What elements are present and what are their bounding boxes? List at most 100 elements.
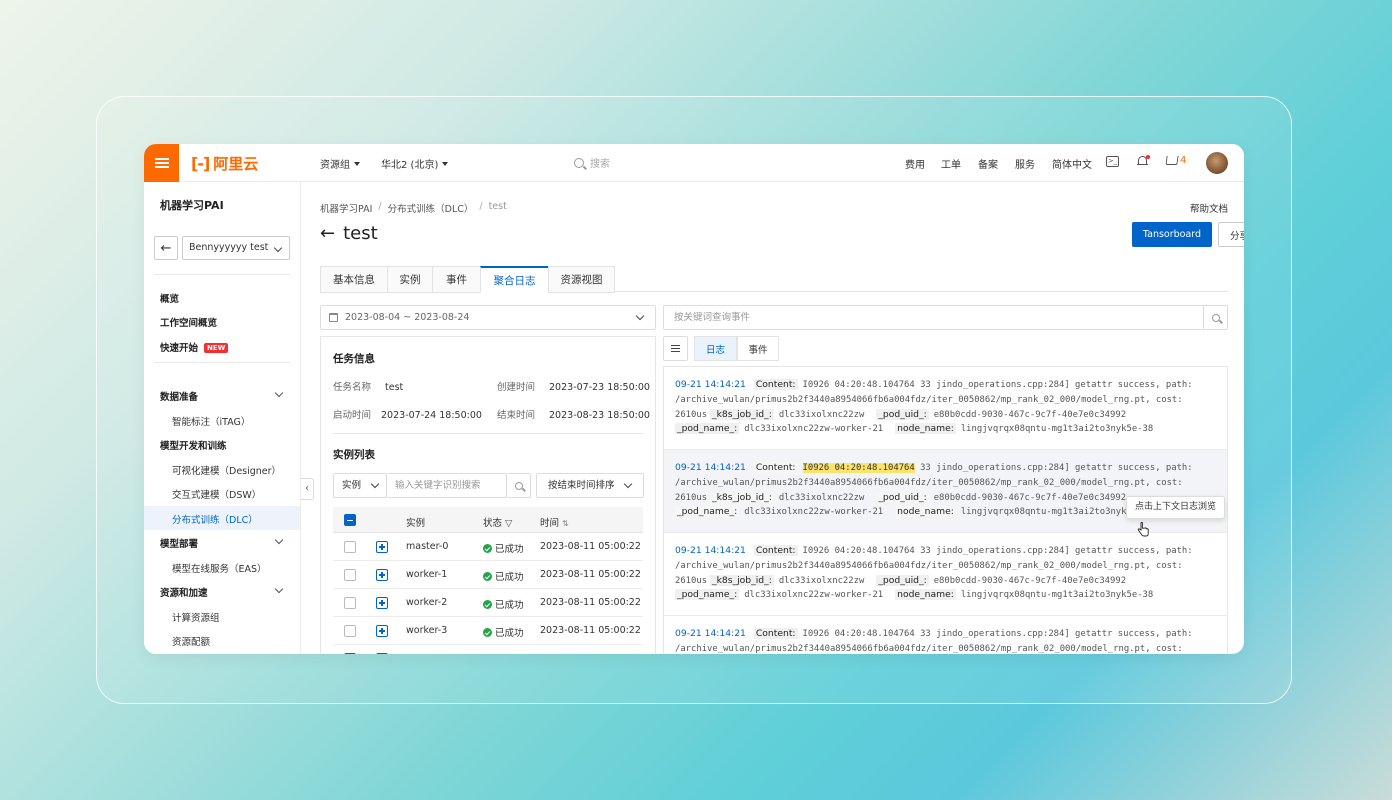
event-search-button[interactable] — [1203, 306, 1227, 329]
sidebar-group-deploy[interactable]: 模型部署 — [160, 536, 198, 550]
nav-link-billing[interactable]: 费用 — [905, 156, 925, 171]
created-time-value: 2023-07-23 18:50:00 — [549, 382, 650, 393]
sidebar-group-model-dev[interactable]: 模型开发和训练 — [160, 438, 227, 452]
expand-icon[interactable] — [376, 597, 388, 609]
log-entry[interactable]: 09-21 14:14:21 Content: I0926 04:20:48.104… — [664, 533, 1227, 616]
sidebar-item-overview[interactable]: 概览 — [160, 291, 179, 305]
region-dropdown[interactable]: 华北2 (北京) — [381, 156, 449, 171]
sidebar-item-itag[interactable]: 智能标注（iTAG） — [172, 414, 250, 428]
column-header-status[interactable]: 状态 ▽ — [483, 515, 512, 529]
nav-link-service[interactable]: 服务 — [1015, 156, 1035, 171]
row-checkbox[interactable] — [344, 541, 356, 553]
log-entry[interactable]: 09-21 14:14:21 Content: I0926 04:20:48.104… — [664, 616, 1227, 654]
row-checkbox[interactable] — [344, 625, 356, 637]
expand-icon[interactable] — [376, 541, 388, 553]
tensorboard-button[interactable]: Tansorboard — [1132, 222, 1212, 247]
row-checkbox[interactable] — [344, 569, 356, 581]
sidebar-group-resources[interactable]: 资源和加速 — [160, 585, 208, 599]
log-timestamp[interactable]: 09-21 14:14:21 — [675, 628, 746, 639]
sidebar-item-eas[interactable]: 模型在线服务（EAS） — [172, 561, 267, 575]
share-button[interactable]: 分享 — [1218, 222, 1244, 247]
breadcrumb-item-pai[interactable]: 机器学习PAI — [320, 201, 372, 215]
date-range-picker[interactable]: 2023-08-04 ~ 2023-08-24 — [320, 305, 656, 330]
log-node-name: lingjvqrqx08qntu-mg1t3ai2to3nyk5e-38 — [960, 424, 1154, 435]
sidebar-item-dsw[interactable]: 交互式建模（DSW） — [172, 487, 261, 501]
started-time-field: 启动时间 2023-07-24 18:50:00 — [333, 407, 482, 421]
sidebar-group-data-prep[interactable]: 数据准备 — [160, 389, 198, 403]
tab-aggregated-logs[interactable]: 聚合日志 — [480, 266, 548, 293]
log-entry[interactable]: 09-21 14:14:21 Content: I0926 04:20:48.104… — [664, 367, 1227, 450]
table-row[interactable] — [333, 645, 643, 654]
help-doc-link[interactable]: 帮助文档 — [1190, 201, 1228, 215]
sidebar-item-quota[interactable]: 资源配额 — [172, 634, 210, 648]
chevron-down-icon[interactable] — [274, 535, 284, 545]
check-circle-icon — [483, 544, 492, 553]
tab-bar: 基本信息 实例 事件 聚合日志 资源视图 — [320, 266, 1228, 293]
new-badge: NEW — [204, 343, 229, 353]
instance-search-input[interactable]: 输入关键字识别搜索 — [387, 473, 507, 498]
bell-icon[interactable] — [1137, 155, 1150, 168]
log-timestamp[interactable]: 09-21 14:14:21 — [675, 462, 746, 473]
log-timestamp[interactable]: 09-21 14:14:21 — [675, 379, 746, 390]
log-timestamp[interactable]: 09-21 14:14:21 — [675, 545, 746, 556]
log-tab-logs[interactable]: 日志 — [694, 336, 737, 361]
log-pod-uid: e80b0cdd-9030-467c-9c7f-40e7e0c34992 — [933, 409, 1127, 420]
list-view-button[interactable] — [663, 336, 688, 361]
status-badge: 已成功 — [483, 569, 524, 583]
table-row[interactable]: master-0 已成功 2023-08-11 05:00:22 — [333, 533, 643, 561]
nav-link-icp[interactable]: 备案 — [978, 156, 998, 171]
instance-filter-type[interactable]: 实例 — [333, 473, 387, 498]
notification-dot — [1146, 155, 1150, 159]
expand-icon[interactable] — [376, 625, 388, 637]
log-tab-events[interactable]: 事件 — [737, 336, 779, 361]
tab-instances[interactable]: 实例 — [387, 266, 432, 293]
chevron-down-icon — [623, 479, 633, 489]
table-row[interactable]: worker-3 已成功 2023-08-11 05:00:22 — [333, 617, 643, 645]
sidebar-item-compute[interactable]: 计算资源组 — [172, 610, 220, 624]
instance-search-button[interactable] — [507, 473, 531, 498]
language-switch[interactable]: 简体中文 — [1052, 156, 1092, 171]
expand-icon[interactable] — [376, 569, 388, 581]
column-header-time[interactable]: 时间 ⇅ — [540, 515, 569, 529]
sort-select[interactable]: 按结束时间排序 — [536, 473, 644, 498]
sort-icon[interactable]: ⇅ — [562, 519, 569, 528]
nav-link-ticket[interactable]: 工单 — [941, 156, 961, 171]
time-header-label: 时间 — [540, 518, 560, 529]
row-checkbox[interactable] — [344, 597, 356, 609]
instance-name: worker-2 — [406, 597, 448, 608]
sidebar-item-designer[interactable]: 可视化建模（Designer） — [172, 463, 281, 477]
sidebar-item-dlc[interactable]: 分布式训练（DLC） — [172, 512, 258, 526]
tab-resource-view[interactable]: 资源视图 — [548, 266, 615, 293]
avatar[interactable] — [1206, 152, 1228, 174]
log-field-label: node_name: — [895, 589, 956, 601]
select-all-checkbox[interactable] — [344, 514, 356, 526]
event-search-input[interactable]: 按关键词查询事件 — [663, 305, 1228, 330]
breadcrumb-item-dlc[interactable]: 分布式训练（DLC） — [388, 201, 474, 215]
log-entry[interactable]: 09-21 14:14:21 Content: I0926 04:20:48.104… — [664, 450, 1227, 533]
tab-events[interactable]: 事件 — [432, 266, 480, 293]
expand-icon[interactable] — [376, 653, 388, 654]
terminal-icon[interactable]: >_ — [1106, 156, 1119, 167]
cart-button[interactable]: 4 — [1165, 155, 1186, 166]
sidebar-item-quick-start[interactable]: 快速开始 NEW — [160, 340, 229, 354]
caret-down-icon — [442, 161, 449, 166]
sidebar-item-workspace-overview[interactable]: 工作空间概览 — [160, 315, 217, 329]
global-search[interactable]: 搜索 — [574, 155, 610, 170]
back-arrow-icon[interactable]: ← — [320, 223, 335, 244]
menu-button[interactable] — [144, 144, 179, 182]
back-button[interactable]: ← — [154, 236, 178, 260]
column-header-instance[interactable]: 实例 — [406, 515, 425, 529]
status-header-label: 状态 — [483, 518, 503, 529]
ended-time-value: 2023-08-23 18:50:00 — [549, 410, 650, 421]
table-row[interactable]: worker-1 已成功 2023-08-11 05:00:22 — [333, 561, 643, 589]
brand-logo[interactable]: [-] 阿里云 — [191, 153, 258, 173]
filter-icon[interactable]: ▽ — [505, 518, 512, 529]
chevron-down-icon[interactable] — [274, 388, 284, 398]
workspace-select[interactable]: Bennyyyyyy test — [182, 236, 290, 260]
chevron-down-icon[interactable] — [274, 584, 284, 594]
tab-basic-info[interactable]: 基本信息 — [320, 266, 387, 293]
resource-group-dropdown[interactable]: 资源组 — [320, 156, 360, 171]
table-row[interactable]: worker-2 已成功 2023-08-11 05:00:22 — [333, 589, 643, 617]
log-node-name: lingjvqrqx08qntu-mg1t3ai2to3nyk5e-38 — [960, 507, 1154, 518]
row-checkbox[interactable] — [344, 653, 356, 654]
